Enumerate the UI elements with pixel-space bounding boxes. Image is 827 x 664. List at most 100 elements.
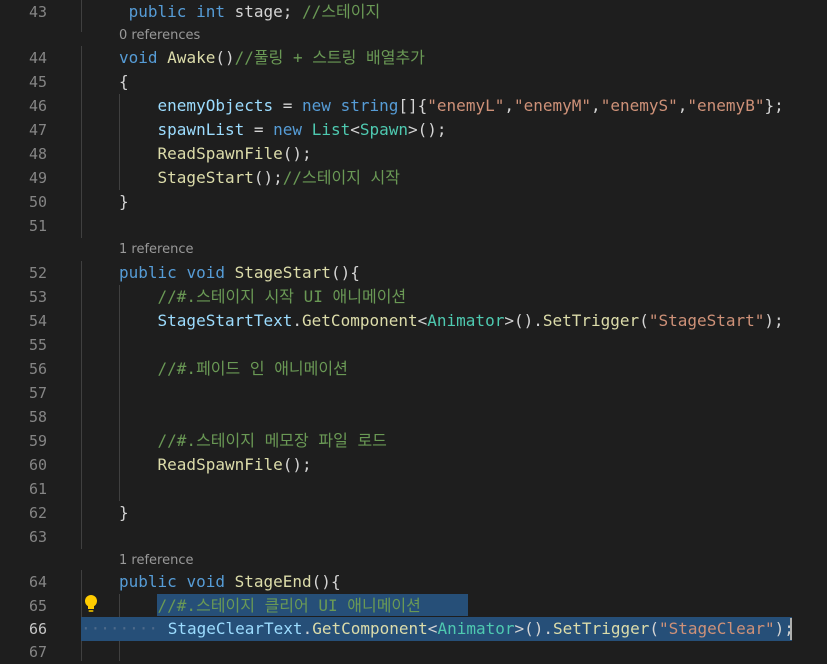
code-text[interactable]: public int stage; //스테이지 <box>119 2 381 22</box>
code-token: //스테이지 <box>302 2 381 21</box>
line-number: 46 <box>28 97 47 115</box>
code-editor[interactable]: 43 public int stage; //스테이지 0 references 4… <box>0 0 827 661</box>
code-token: () <box>215 48 235 67</box>
codelens-references-link[interactable]: 1 reference <box>119 553 193 568</box>
code-text[interactable]: ········ StageClearText.GetComponent<Ani… <box>81 619 794 639</box>
code-token: void <box>119 48 158 67</box>
code-line: 46 enemyObjects = new string[]{"enemyL",… <box>0 94 827 118</box>
line-number: 65 <box>28 597 47 615</box>
code-text[interactable]: ReadSpawnFile(); <box>119 144 312 164</box>
code-line: 54 StageStartText.GetComponent<Animator>… <box>0 309 827 333</box>
code-text[interactable]: StageStart();//스테이지 시작 <box>119 168 400 188</box>
code-text[interactable]: } <box>119 192 129 212</box>
code-token: "StageClear" <box>659 619 775 638</box>
code-token: , <box>677 96 688 115</box>
code-token: "enemyL" <box>427 96 505 115</box>
code-token: ReadSpawnFile <box>157 455 283 474</box>
code-line: 66 ········ StageClearText.GetComponent<A… <box>0 617 827 641</box>
code-token: new <box>302 96 331 115</box>
code-line: 62} <box>0 501 827 525</box>
code-token: SetTrigger <box>553 619 650 638</box>
code-token: >(). <box>514 619 554 638</box>
code-line: 63 <box>0 525 827 549</box>
code-token: void <box>186 572 225 591</box>
code-token: //#.스테이지 클리어 UI 애니메이션 <box>157 596 421 615</box>
code-token: "enemyS" <box>600 96 678 115</box>
code-token: { <box>119 72 129 91</box>
code-text[interactable]: ReadSpawnFile(); <box>119 455 312 475</box>
line-number: 60 <box>28 456 47 474</box>
indent-whitespace: ········ <box>81 619 168 638</box>
code-token: = <box>273 96 303 115</box>
code-token: stage; <box>224 2 303 21</box>
code-token: public <box>119 2 187 21</box>
code-text[interactable]: { <box>119 72 129 92</box>
code-token: ( <box>649 619 659 638</box>
code-token: StageStartText <box>157 311 293 330</box>
code-text[interactable]: public void StageStart(){ <box>119 263 360 283</box>
code-token: } <box>119 192 129 211</box>
line-number: 45 <box>28 73 47 91</box>
code-token: []{ <box>398 96 428 115</box>
code-line: 64 public void StageEnd(){ <box>0 570 827 594</box>
code-token: = <box>244 120 274 139</box>
lightbulb-icon[interactable] <box>82 594 100 614</box>
code-line: 55 <box>0 333 827 357</box>
code-line: 51 <box>0 214 827 238</box>
code-line: 53 //#.스테이지 시작 UI 애니메이션 <box>0 285 827 309</box>
codelens-references-link[interactable]: 1 reference <box>119 242 193 257</box>
code-line: 67 <box>0 640 827 664</box>
code-line: 61 <box>0 477 827 501</box>
code-token: "enemyB" <box>687 96 765 115</box>
code-token: GetComponent <box>312 619 428 638</box>
line-number: 66 <box>28 620 47 638</box>
codelens-row: 0 references <box>0 24 827 48</box>
code-token: ); <box>764 311 784 330</box>
code-token: ReadSpawnFile <box>157 144 283 163</box>
code-text[interactable]: StageStartText.GetComponent<Animator>().… <box>119 311 784 331</box>
line-number: 59 <box>28 432 47 450</box>
code-text[interactable]: void Awake()//풀링 + 스트링 배열추가 <box>119 48 425 68</box>
code-token: }; <box>764 96 784 115</box>
code-line: 57 <box>0 381 827 405</box>
code-text[interactable]: //#.페이드 인 애니메이션 <box>119 359 348 379</box>
code-text[interactable]: spawnList = new List<Spawn>(); <box>119 120 447 140</box>
code-line: 50} <box>0 190 827 214</box>
code-text[interactable]: public void StageEnd(){ <box>119 572 341 592</box>
code-token: "enemyM" <box>513 96 592 115</box>
line-number: 67 <box>28 643 47 661</box>
code-token: int <box>196 2 225 21</box>
code-line: 49 StageStart();//스테이지 시작 <box>0 166 827 190</box>
code-token: , <box>504 96 514 115</box>
code-text[interactable]: enemyObjects = new string[]{"enemyL","en… <box>119 96 784 116</box>
code-line: 59 //#.스테이지 메모장 파일 로드 <box>0 429 827 453</box>
code-token: >(); <box>408 120 447 139</box>
code-line: 44 void Awake()//풀링 + 스트링 배열추가 <box>0 46 827 70</box>
text-cursor <box>790 618 792 640</box>
line-number: 62 <box>28 504 47 522</box>
code-token: (); <box>282 144 312 163</box>
code-token: < <box>350 120 360 139</box>
code-text[interactable]: } <box>119 503 129 523</box>
code-text[interactable]: //#.스테이지 메모장 파일 로드 <box>119 431 387 451</box>
code-token: (){ <box>330 263 360 282</box>
code-text[interactable]: //#.스테이지 시작 UI 애니메이션 <box>119 287 407 307</box>
code-token: < <box>417 311 428 330</box>
code-text[interactable]: //#.스테이지 클리어 UI 애니메이션 <box>119 596 421 616</box>
code-line: 47 spawnList = new List<Spawn>(); <box>0 118 827 142</box>
line-number: 50 <box>28 193 47 211</box>
codelens-references-link[interactable]: 0 references <box>119 28 200 43</box>
code-token: StageClearText <box>167 619 303 638</box>
